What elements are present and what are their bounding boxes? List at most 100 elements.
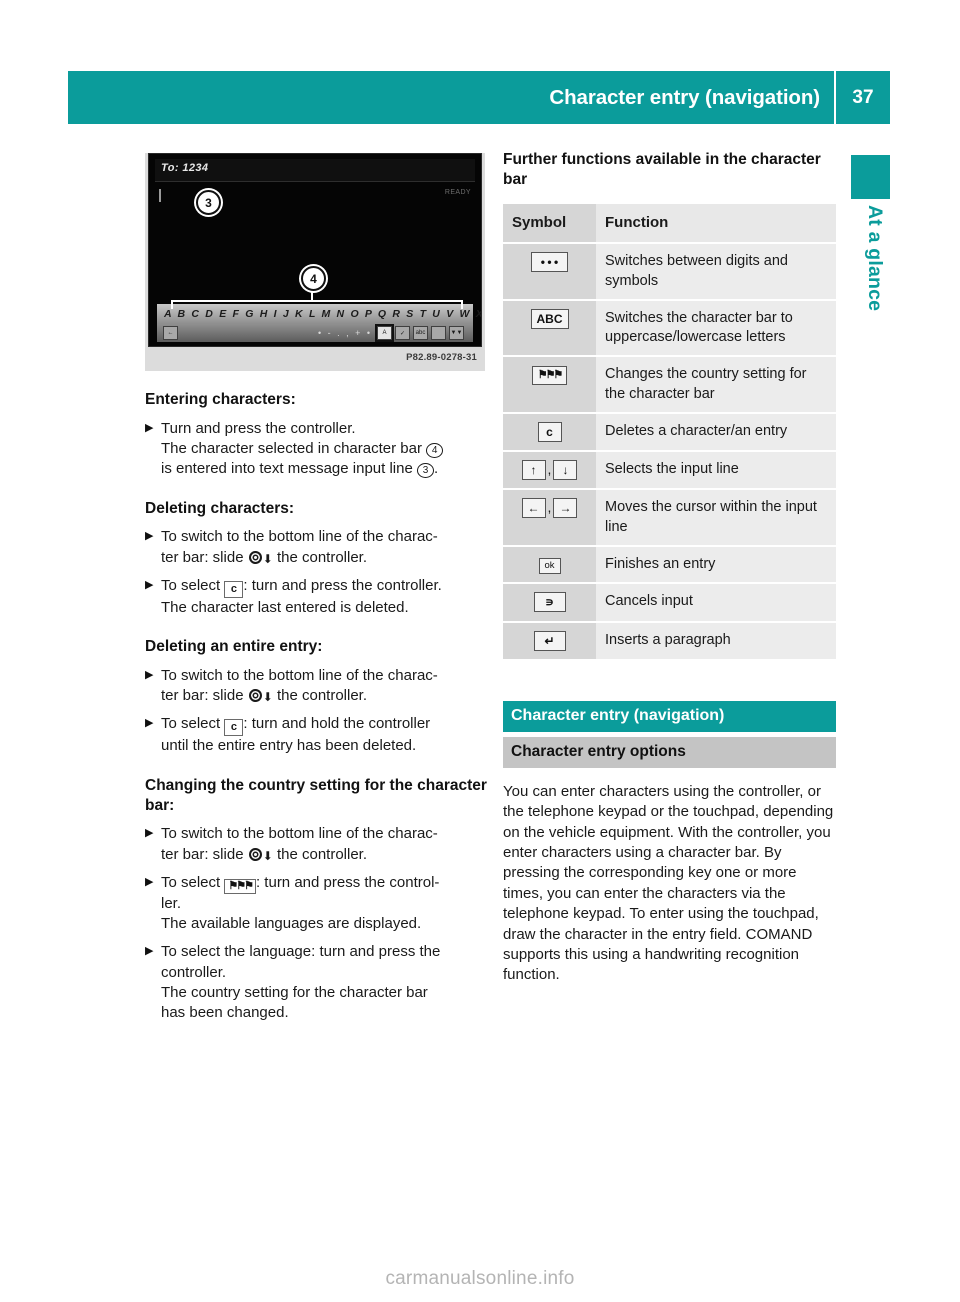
page-title: Character entry (navigation): [549, 85, 820, 109]
character-bar-abc-key: abc: [413, 326, 428, 340]
comand-display: To: 1234 READY 3 4 A B C D E F G H I J K…: [148, 153, 482, 347]
step-text: To select c: turn and hold the controlle…: [161, 714, 490, 756]
step-switch-bottom-line-3: ▶ To switch to the bottom line of the ch…: [145, 824, 490, 865]
cell-function: Changes the country setting for the char…: [596, 356, 836, 414]
left-column: To: 1234 READY 3 4 A B C D E F G H I J K…: [145, 150, 490, 1031]
cell-function: Deletes a character/an entry: [596, 412, 836, 453]
step-line-2: ter bar: slide: [161, 687, 244, 705]
step-text: To switch to the bottom line of the char…: [161, 824, 490, 865]
cell-symbol: ok: [503, 546, 596, 585]
step-select-flag: ▶ To select ⚑⚑⚑: turn and press the cont…: [145, 873, 490, 935]
table-row: ⚑⚑⚑ Changes the country setting for the …: [503, 356, 836, 414]
character-entry-options-paragraph: You can enter characters using the contr…: [503, 782, 834, 984]
step-line-3: The country setting for the character ba…: [161, 983, 428, 1001]
cell-function: Switches the character bar to uppercase/…: [596, 299, 836, 358]
step-line-2b: the controller.: [276, 845, 368, 863]
character-bar-space-key: [431, 326, 446, 340]
cell-function: Moves the cursor within the input line: [596, 489, 836, 548]
heading-entering-characters: Entering characters:: [145, 391, 296, 408]
side-tab-marker: [851, 155, 890, 199]
step-line-3: The available languages are displayed.: [161, 915, 422, 933]
table-row: ok Finishes an entry: [503, 546, 836, 585]
arrow-down-key-icon: ↓: [553, 460, 578, 481]
separator: ,: [547, 461, 552, 478]
step-bullet-icon: ▶: [145, 717, 154, 730]
page-header-bar: Character entry (navigation) 37: [68, 71, 890, 124]
step-line-2: ler.: [161, 894, 182, 912]
step-text: To select the language: turn and press t…: [161, 942, 490, 1023]
cell-symbol: ←, →: [503, 489, 596, 548]
step-switch-bottom-line-2: ▶ To switch to the bottom line of the ch…: [145, 666, 490, 707]
step-line-3: is entered into text message input line: [161, 460, 413, 478]
step-select-clear-press: ▶ To select c: turn and press the contro…: [145, 576, 490, 618]
controller-icon: [248, 550, 262, 564]
cell-symbol: c: [503, 412, 596, 453]
arrow-left-key-icon: ←: [521, 498, 546, 519]
subsection-heading-character-entry-options: Character entry options: [503, 736, 836, 768]
separator: ,: [547, 499, 552, 516]
flag-glyph: ⚑⚑⚑: [537, 369, 564, 382]
step-line-1b: : turn and press the control-: [255, 873, 440, 891]
step-select-clear-hold: ▶ To select c: turn and hold the control…: [145, 714, 490, 756]
arrow-down-icon: ⬇: [262, 690, 273, 705]
side-tab-label: At a glance: [864, 205, 886, 312]
cell-function: Selects the input line: [596, 451, 836, 491]
step-bullet-icon: ▶: [145, 421, 154, 434]
clear-key-icon: c: [537, 421, 562, 442]
step-text: To switch to the bottom line of the char…: [161, 666, 490, 707]
section-heading-character-entry: Character entry (navigation): [503, 700, 836, 732]
step-line-2: ter bar: slide: [161, 845, 244, 863]
table-row: • • • Switches between digits and symbol…: [503, 243, 836, 301]
table-head: Symbol Function: [503, 204, 836, 245]
step-line-1a: To select: [161, 873, 221, 891]
step-text: Turn and press the controller. The chara…: [161, 419, 490, 480]
step-line-1: To select the language: turn and press t…: [161, 943, 441, 961]
cell-symbol: ⚑⚑⚑: [503, 356, 596, 414]
callout-3: 3: [196, 190, 221, 215]
callout-ref-3: 3: [417, 463, 434, 479]
step-text: To select c: turn and press the controll…: [161, 576, 490, 618]
cell-symbol: • • •: [503, 243, 596, 301]
character-bar-check-key: ✓: [395, 326, 410, 340]
step-line-4: has been changed.: [161, 1004, 289, 1022]
return-key-icon: ↵: [533, 630, 566, 651]
step-line-1: Turn and press the controller.: [161, 419, 356, 437]
heading-deleting-entire-entry: Deleting an entire entry:: [145, 638, 323, 656]
step-line-1: To switch to the bottom line of the char…: [161, 825, 438, 843]
heading-changing-country-setting: Changing the country setting for the cha…: [145, 776, 487, 814]
column-header-symbol: Symbol: [503, 204, 596, 245]
step-line-2: until the entire entry has been deleted.: [161, 737, 417, 755]
character-bar-back-key: ←: [163, 326, 178, 340]
arrow-down-icon: ⬇: [262, 848, 273, 863]
table-row: ∍ Cancels input: [503, 583, 836, 623]
step-line-1b: : turn and hold the controller: [243, 715, 431, 733]
step-line-1b: : turn and press the controller.: [243, 576, 442, 594]
period: .: [434, 460, 439, 478]
controller-icon: [248, 847, 262, 861]
step-line-1a: To select: [161, 715, 221, 733]
table-body: • • • Switches between digits and symbol…: [503, 243, 836, 661]
step-turn-and-press: ▶ Turn and press the controller. The cha…: [145, 419, 490, 480]
step-line-1: To switch to the bottom line of the char…: [161, 666, 438, 684]
table-row: ABC Switches the character bar to upperc…: [503, 299, 836, 358]
comand-screenshot-figure: To: 1234 READY 3 4 A B C D E F G H I J K…: [145, 153, 485, 371]
cell-function: Finishes an entry: [596, 546, 836, 585]
step-bullet-icon: ▶: [145, 875, 154, 888]
arrow-right-key-icon: →: [553, 498, 578, 519]
controller-icon: [248, 689, 262, 703]
step-line-1: To switch to the bottom line of the char…: [161, 528, 438, 546]
step-bullet-icon: ▶: [145, 668, 154, 681]
step-text: To select ⚑⚑⚑: turn and press the contro…: [161, 873, 490, 935]
cell-symbol: ∍: [503, 583, 596, 623]
step-line-1a: To select: [161, 576, 221, 594]
character-bar-dots: • - . , + •: [317, 328, 372, 338]
cell-symbol: ABC: [503, 299, 596, 358]
table-row: ↵ Inserts a paragraph: [503, 621, 836, 661]
table-row: c Deletes a character/an entry: [503, 412, 836, 453]
ok-key-icon: ok: [538, 558, 561, 574]
table-row: ↑, ↓ Selects the input line: [503, 451, 836, 491]
step-bullet-icon: ▶: [145, 578, 154, 591]
clear-key-icon: c: [224, 719, 244, 737]
flag-glyph: ⚑⚑⚑: [228, 879, 254, 892]
cell-symbol: ↵: [503, 621, 596, 661]
